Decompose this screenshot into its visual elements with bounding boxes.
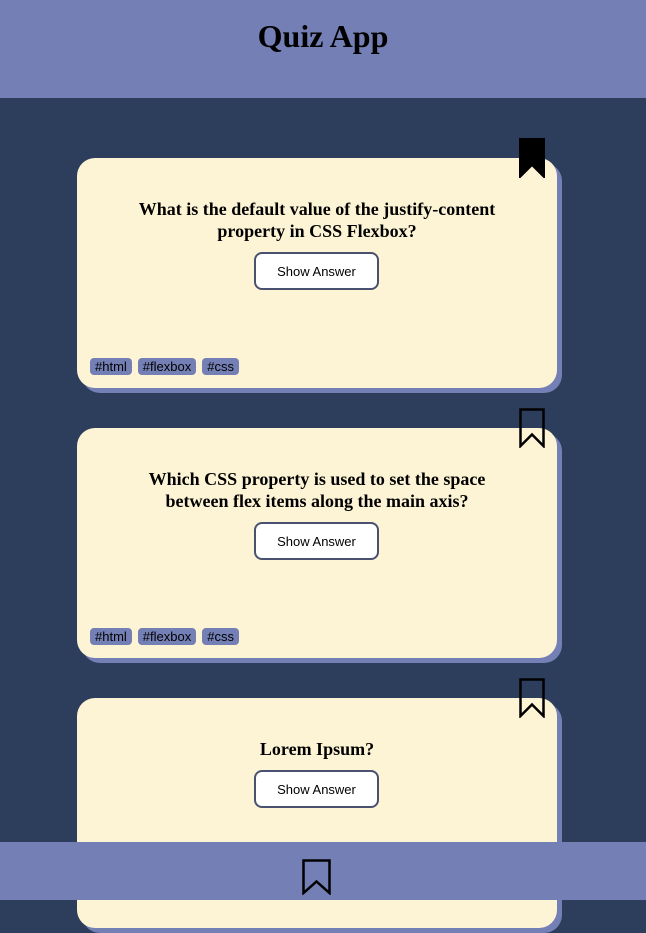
show-answer-button[interactable]: Show Answer <box>254 252 379 290</box>
question-card: Which CSS property is used to set the sp… <box>77 428 562 663</box>
question-text: Which CSS property is used to set the sp… <box>148 469 486 511</box>
show-answer-button[interactable]: Show Answer <box>254 770 379 808</box>
bookmark-outline-icon[interactable] <box>302 859 331 895</box>
bookmark-outline-icon[interactable] <box>519 408 545 448</box>
tag: #flexbox <box>137 628 197 645</box>
app-title: Quiz App <box>257 18 389 54</box>
tag: #html <box>90 358 132 375</box>
bookmark-outline-icon[interactable] <box>519 678 545 718</box>
tag: #html <box>90 628 132 645</box>
question-text: Lorem Ipsum? <box>259 739 375 759</box>
footer-nav <box>0 842 646 900</box>
app-header: Quiz App <box>0 0 646 98</box>
bookmark-filled-icon[interactable] <box>519 138 545 178</box>
card-body: What is the default value of the justify… <box>77 158 557 388</box>
question-text: What is the default value of the justify… <box>138 199 496 241</box>
tag: #flexbox <box>137 358 197 375</box>
card-body: Which CSS property is used to set the sp… <box>77 428 557 658</box>
tag-list: #html #flexbox #css <box>90 628 239 645</box>
tag: #css <box>202 358 239 375</box>
tag-list: #html #flexbox #css <box>90 358 239 375</box>
show-answer-button[interactable]: Show Answer <box>254 522 379 560</box>
tag: #css <box>202 628 239 645</box>
question-card: What is the default value of the justify… <box>77 158 562 393</box>
